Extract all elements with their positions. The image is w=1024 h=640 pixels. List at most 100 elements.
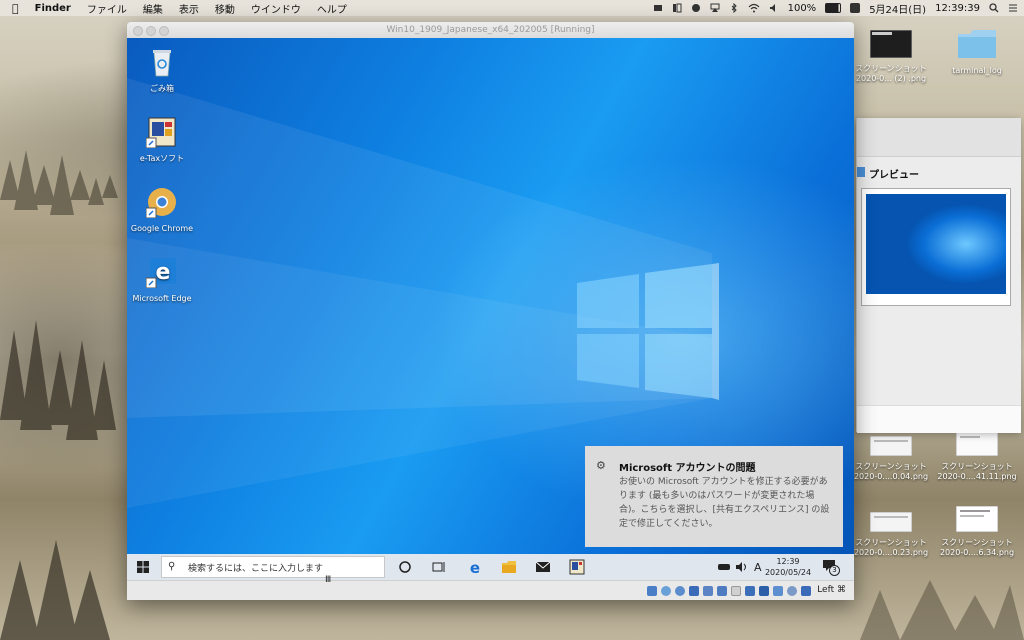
menu-view[interactable]: 表示 <box>179 1 199 16</box>
text-cursor-icon: Ⅲ <box>325 575 332 585</box>
keyboard-capture-icon[interactable] <box>801 586 811 596</box>
taskbar-search-box[interactable]: ⚲ 検索するには、ここに入力します <box>161 556 385 578</box>
screenshot-thumbnail-icon <box>955 505 999 533</box>
shared-folders-status-icon[interactable] <box>717 586 727 596</box>
edge-taskbar-icon[interactable]: e <box>467 559 483 575</box>
mail-icon[interactable] <box>535 559 551 575</box>
virtualbox-vm-window[interactable]: Win10_1909_Japanese_x64_202005 [Running]… <box>127 22 854 600</box>
desktop-icon-label: Microsoft Edge <box>132 294 192 303</box>
svg-text:e: e <box>470 559 480 575</box>
display-status-icon[interactable] <box>731 586 741 596</box>
taskbar-clock[interactable]: 12:39 2020/05/24 <box>763 556 813 578</box>
menubar-time[interactable]: 12:39:39 <box>935 3 980 14</box>
menu-edit[interactable]: 編集 <box>143 1 163 16</box>
zoom-window-button[interactable] <box>159 26 169 36</box>
desktop-file-screenshot-634[interactable]: スクリーンショット 2020-0....6.34.png <box>932 505 1022 558</box>
menu-file[interactable]: ファイル <box>87 1 127 16</box>
windows-desktop[interactable]: ごみ箱 e-Taxソフト Google Chrome e Microsoft E… <box>127 38 854 580</box>
screenshot-thumbnail-icon <box>869 435 913 457</box>
network-tray-icon[interactable] <box>717 561 731 573</box>
menu-help[interactable]: ヘルプ <box>317 1 347 16</box>
desktop-icon-recycle-bin[interactable]: ごみ箱 <box>127 46 197 94</box>
usb-status-icon[interactable] <box>703 586 713 596</box>
desktop-icon-etax[interactable]: e-Taxソフト <box>127 116 197 164</box>
task-view-icon[interactable] <box>431 559 447 575</box>
preview-app-window[interactable]: プレビュー <box>856 118 1021 433</box>
menu-window[interactable]: ウインドウ <box>251 1 301 16</box>
cpu-status-icon[interactable] <box>759 586 769 596</box>
account-problem-notification[interactable]: ⚙ Microsoft アカウントの問題 お使いの Microsoft アカウン… <box>585 446 843 547</box>
settings-gear-icon: ⚙ <box>596 459 606 472</box>
clock-date: 2020/05/24 <box>764 568 812 577</box>
etax-taskbar-icon[interactable] <box>569 559 585 575</box>
input-method-icon[interactable] <box>850 3 861 13</box>
windows-start-icon[interactable] <box>137 561 149 573</box>
sidebar-selection-marker <box>857 167 865 177</box>
battery-percent[interactable]: 100% <box>788 3 817 14</box>
desktop-file-label: スクリーンショット 2020-0... (2) .png <box>855 64 927 83</box>
desktop-file-screenshot-0004[interactable]: スクリーンショット 2020-0....0.04.png <box>846 435 936 482</box>
minimize-window-button[interactable] <box>146 26 156 36</box>
windows-taskbar: ⚲ 検索するには、ここに入力します e A 12:39 2020/05/24 3 <box>127 554 854 580</box>
virtualbox-status-icon[interactable] <box>653 3 663 13</box>
search-icon: ⚲ <box>168 561 176 572</box>
menu-finder[interactable]: Finder <box>35 3 71 14</box>
bluetooth-icon[interactable] <box>729 3 739 13</box>
host-key-label[interactable]: Left ⌘ <box>817 585 846 595</box>
chrome-icon <box>145 188 176 219</box>
battery-icon[interactable] <box>825 3 842 13</box>
preview-thumbnail[interactable] <box>861 188 1011 306</box>
screenshot-thumbnail-icon <box>955 431 999 457</box>
recycle-bin-icon <box>153 50 171 77</box>
apple-menu-icon[interactable]:  <box>12 2 19 15</box>
folder-icon <box>958 30 996 58</box>
desktop-file-screenshot-0023[interactable]: スクリーンショット 2020-0....0.23.png <box>846 511 936 558</box>
volume-icon[interactable] <box>769 3 779 13</box>
action-center-button[interactable]: 3 <box>823 560 840 576</box>
preview-title: プレビュー <box>869 170 919 181</box>
screenshot-thumbnail-icon <box>869 29 913 59</box>
preview-thumbnail-image <box>866 194 1006 294</box>
desktop-folder-tarminal-log[interactable]: tarminal_log <box>932 28 1022 76</box>
menubar-date[interactable]: 5月24日(日) <box>869 1 926 16</box>
clock-time: 12:39 <box>776 557 800 566</box>
file-explorer-icon[interactable] <box>501 559 517 575</box>
recording-status-icon[interactable] <box>745 586 755 596</box>
desktop-file-screenshot-2[interactable]: スクリーンショット 2020-0... (2) .png <box>846 29 936 84</box>
desktop-icon-chrome[interactable]: Google Chrome <box>127 186 197 234</box>
cortana-icon[interactable] <box>397 559 413 575</box>
desktop-icon-label: e-Taxソフト <box>139 154 185 163</box>
cloud-sync-icon[interactable] <box>691 3 701 13</box>
vm-title-text: Win10_1909_Japanese_x64_202005 [Running] <box>386 25 595 35</box>
notification-count-badge: 3 <box>829 565 840 576</box>
audio-status-icon[interactable] <box>675 586 685 596</box>
edge-icon: e <box>145 258 176 289</box>
desktop-icon-label: Google Chrome <box>130 224 194 233</box>
optical-drive-status-icon[interactable] <box>661 586 671 596</box>
desktop-file-screenshot-4111[interactable]: スクリーンショット 2020-0....41.11.png <box>932 431 1022 482</box>
desktop-icon-edge[interactable]: e Microsoft Edge <box>127 256 197 304</box>
notification-body: お使いの Microsoft アカウントを修正する必要があります (最も多いのは… <box>619 477 830 529</box>
desktop-file-label: スクリーンショット 2020-0....0.04.png <box>853 462 929 481</box>
vm-title-bar[interactable]: Win10_1909_Japanese_x64_202005 [Running] <box>127 22 854 39</box>
vt-x-status-icon[interactable] <box>773 586 783 596</box>
screenshot-thumbnail-icon <box>869 511 913 533</box>
preview-sidebar-footer <box>857 405 1021 433</box>
virtualbox-status-bar: Left ⌘ <box>127 580 854 600</box>
mouse-integration-icon[interactable] <box>787 586 797 596</box>
close-window-button[interactable] <box>133 26 143 36</box>
network-status-icon[interactable] <box>689 586 699 596</box>
desktop-file-label: スクリーンショット 2020-0....6.34.png <box>939 538 1015 557</box>
hard-disk-status-icon[interactable] <box>647 586 657 596</box>
wifi-icon[interactable] <box>748 3 760 13</box>
spotlight-icon[interactable] <box>989 3 999 13</box>
clipboard-icon[interactable] <box>672 3 682 13</box>
airplay-icon[interactable] <box>710 3 720 13</box>
speaker-tray-icon[interactable] <box>735 561 749 573</box>
menu-go[interactable]: 移動 <box>215 1 235 16</box>
svg-text:e: e <box>156 260 171 285</box>
preview-toolbar <box>857 118 1021 157</box>
etax-icon <box>145 117 176 149</box>
notification-center-icon[interactable] <box>1008 3 1018 13</box>
ime-indicator[interactable]: A <box>754 561 762 574</box>
